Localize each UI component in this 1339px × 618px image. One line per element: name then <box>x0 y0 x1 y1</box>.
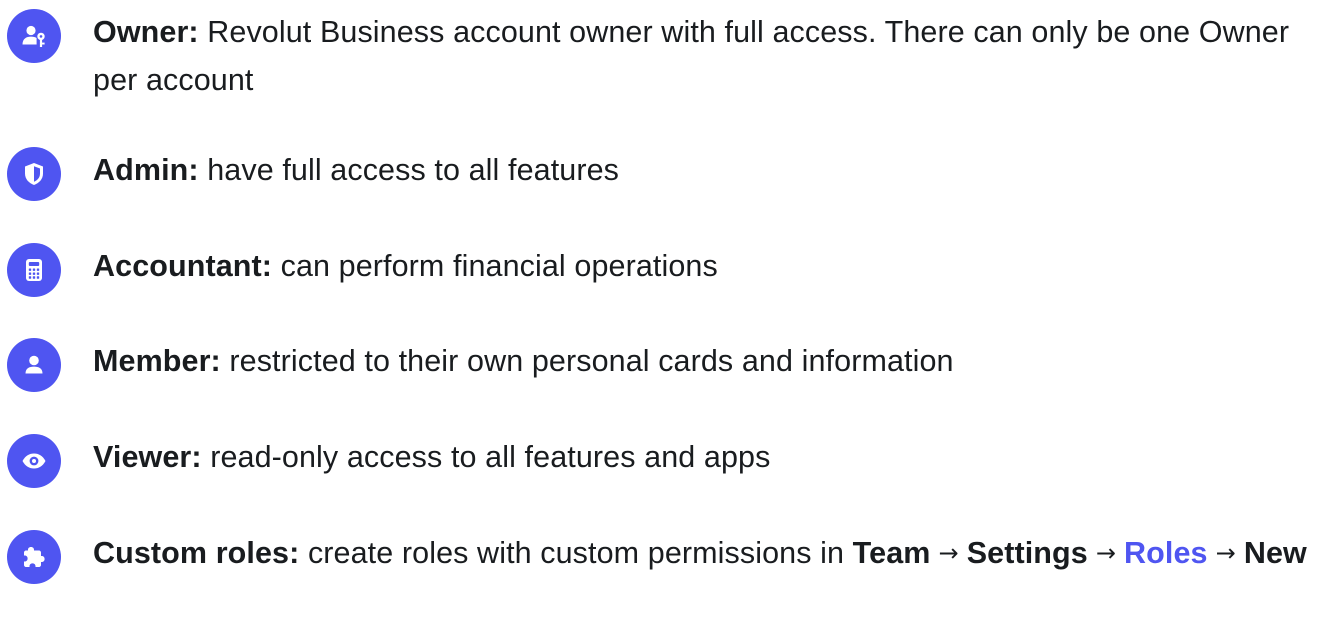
role-description: create roles with custom permissions in <box>307 536 845 570</box>
roles-link[interactable]: Roles <box>1124 536 1208 570</box>
role-text-admin: Admin: have full access to all features <box>93 146 1333 194</box>
role-description: read-only access to all features and app… <box>210 440 771 474</box>
role-text-viewer: Viewer: read-only access to all features… <box>93 433 1333 481</box>
role-description: can perform financial operations <box>280 249 718 283</box>
nav-step-settings: Settings <box>966 536 1088 570</box>
role-description: Revolut Business account owner with full… <box>93 15 1290 97</box>
user-key-icon <box>7 9 61 63</box>
role-name: Owner: <box>93 15 199 49</box>
role-text-custom-roles: Custom roles: create roles with custom p… <box>93 529 1333 579</box>
role-description: have full access to all features <box>207 153 619 187</box>
role-name: Viewer: <box>93 440 202 474</box>
role-text-member: Member: restricted to their own personal… <box>93 337 1333 385</box>
role-name: Accountant: <box>93 249 273 283</box>
arrow-right-icon: → <box>1215 539 1236 567</box>
role-text-accountant: Accountant: can perform financial operat… <box>93 242 1333 290</box>
role-name: Admin: <box>93 153 199 187</box>
puzzle-icon <box>7 530 61 584</box>
arrow-right-icon: → <box>938 539 959 567</box>
role-name: Member: <box>93 344 221 378</box>
role-name: Custom roles: <box>93 536 300 570</box>
role-text-owner: Owner: Revolut Business account owner wi… <box>93 8 1333 104</box>
role-description: restricted to their own personal cards a… <box>229 344 954 378</box>
shield-icon <box>7 147 61 201</box>
nav-step-team: Team <box>852 536 931 570</box>
eye-icon <box>7 434 61 488</box>
nav-step-new: New <box>1243 536 1307 570</box>
arrow-right-icon: → <box>1095 539 1117 567</box>
calculator-icon <box>7 243 61 297</box>
person-icon <box>7 338 61 392</box>
role-list: Owner: Revolut Business account owner wi… <box>0 0 1339 618</box>
